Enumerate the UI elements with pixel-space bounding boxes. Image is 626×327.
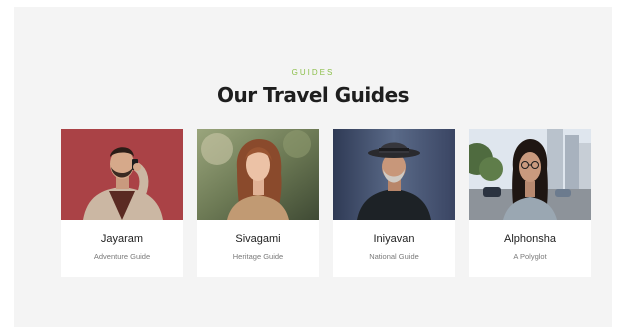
guide-role: Adventure Guide — [93, 252, 151, 261]
guide-photo-sivagami[interactable] — [197, 129, 319, 220]
guides-section: GUIDES Our Travel Guides Jayaram Adventu… — [14, 7, 612, 327]
guide-role: A Polyglot — [513, 252, 547, 261]
guide-card-iniyavan[interactable]: Iniyavan National Guide — [333, 129, 455, 277]
guide-role: Heritage Guide — [232, 252, 284, 261]
section-eyebrow: GUIDES — [291, 68, 335, 77]
section-title: Our Travel Guides — [216, 83, 410, 107]
guide-name[interactable]: Alphonsha — [469, 233, 591, 245]
guide-photo-jayaram[interactable] — [61, 129, 183, 220]
guide-photo-iniyavan[interactable] — [333, 129, 455, 220]
guide-role: National Guide — [369, 252, 419, 261]
guide-name[interactable]: Jayaram — [61, 233, 183, 245]
guide-photo-alphonsha[interactable] — [469, 129, 591, 220]
guide-name[interactable]: Sivagami — [197, 233, 319, 245]
guide-name[interactable]: Iniyavan — [333, 233, 455, 245]
guide-card-jayaram[interactable]: Jayaram Adventure Guide — [61, 129, 183, 277]
guide-card-sivagami[interactable]: Sivagami Heritage Guide — [197, 129, 319, 277]
guide-card-alphonsha[interactable]: Alphonsha A Polyglot — [469, 129, 591, 277]
guide-cards: Jayaram Adventure Guide Sivagami Heritag… — [61, 129, 591, 277]
